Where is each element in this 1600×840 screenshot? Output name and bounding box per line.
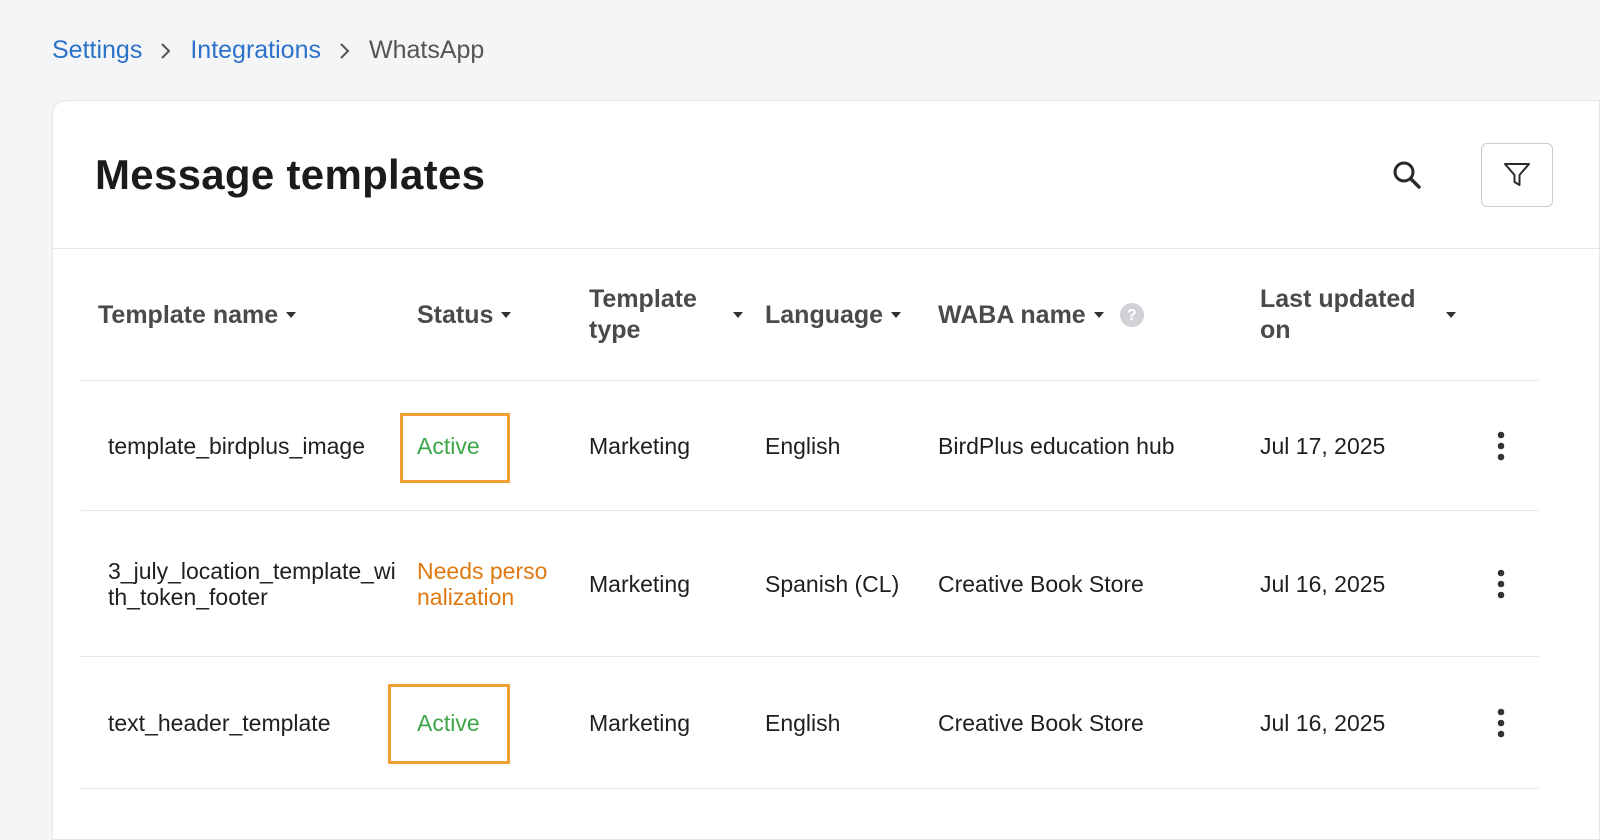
kebab-menu-icon [1497,569,1505,598]
table-row[interactable]: text_header_template Active Marketing En… [81,657,1539,789]
column-header-template-name[interactable]: Template name [98,249,297,381]
chevron-right-icon [160,42,172,60]
more-options-button[interactable] [1493,657,1509,788]
kebab-menu-icon [1497,431,1505,460]
table-row[interactable]: template_birdplus_image Active Marketing… [81,381,1539,511]
breadcrumb-whatsapp: WhatsApp [368,36,485,64]
column-header-template-type[interactable]: Template type [589,249,749,381]
templates-card: Message templates Template name Status T… [52,100,1600,840]
template-type-cell: Marketing [589,709,690,736]
filter-button[interactable] [1481,143,1553,207]
page-title: Message templates [95,151,486,198]
template-type-cell: Marketing [589,570,690,597]
column-header-waba-name[interactable]: WABA name ? [938,249,1144,381]
column-header-language[interactable]: Language [765,249,902,381]
waba-name-cell: Creative Book Store [938,709,1144,736]
chevron-right-icon [339,42,351,60]
template-name-cell: text_header_template [108,709,331,736]
templates-table: Template name Status Template type Langu… [81,249,1539,789]
waba-name-cell: Creative Book Store [938,570,1144,597]
caret-down-icon [501,312,512,318]
template-type-cell: Marketing [589,432,690,459]
column-header-status[interactable]: Status [417,249,512,381]
caret-down-icon [1093,312,1104,318]
last-updated-cell: Jul 16, 2025 [1260,709,1386,736]
search-button[interactable] [1387,155,1427,195]
caret-down-icon [1446,312,1456,318]
status-cell: Active [417,432,480,459]
breadcrumb-settings[interactable]: Settings [52,36,142,65]
card-header: Message templates [53,101,1599,249]
language-cell: English [765,432,841,459]
template-name-cell: template_birdplus_image [108,432,365,459]
breadcrumb-integrations[interactable]: Integrations [190,36,321,65]
table-row[interactable]: 3_july_location_template_with_token_foot… [81,511,1539,657]
breadcrumb: Settings Integrations WhatsApp [52,36,484,65]
more-options-button[interactable] [1493,511,1509,656]
caret-down-icon [733,312,743,318]
status-cell: Needs personalization [417,557,548,610]
search-icon [1393,161,1421,189]
help-icon[interactable]: ? [1119,303,1144,327]
caret-down-icon [286,312,297,318]
status-cell: Active [417,709,480,736]
last-updated-cell: Jul 17, 2025 [1260,432,1386,459]
column-header-last-updated[interactable]: Last updated on [1260,249,1460,381]
language-cell: Spanish (CL) [765,570,900,597]
kebab-menu-icon [1497,708,1505,737]
table-header: Template name Status Template type Langu… [81,249,1539,381]
template-name-cell: 3_july_location_template_with_token_foot… [108,557,396,610]
caret-down-icon [891,312,902,318]
last-updated-cell: Jul 16, 2025 [1260,570,1386,597]
waba-name-cell: BirdPlus education hub [938,432,1175,459]
language-cell: English [765,709,841,736]
more-options-button[interactable] [1493,381,1509,510]
filter-icon [1504,163,1530,186]
